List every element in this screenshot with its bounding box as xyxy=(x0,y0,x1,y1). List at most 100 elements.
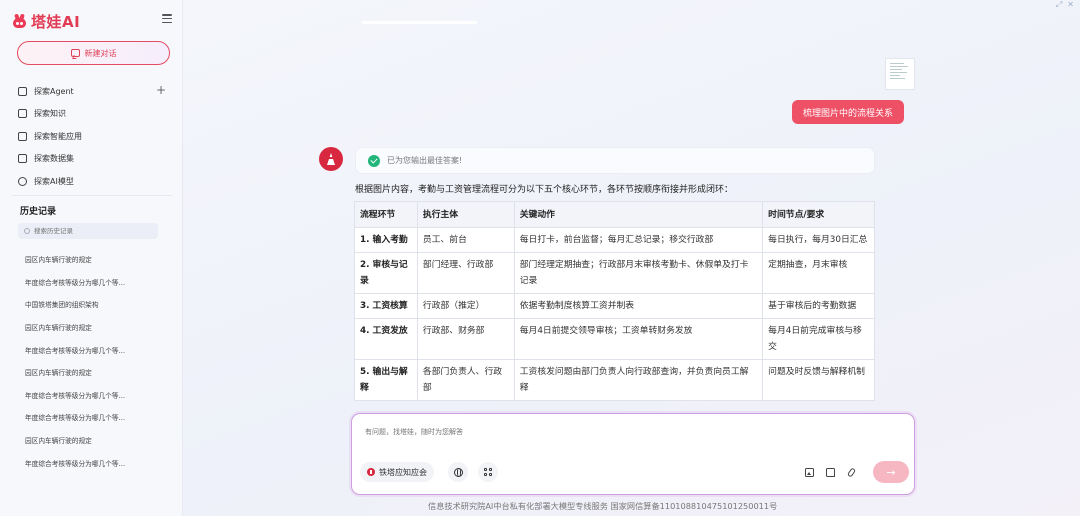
apps-button[interactable] xyxy=(478,462,498,482)
table-cell: 问题及时反馈与解释机制 xyxy=(762,359,875,401)
sidebar-item-knowledge[interactable]: 探索知识 xyxy=(18,103,168,126)
grid-icon xyxy=(484,468,492,476)
sidebar-item-label: 探索AI模型 xyxy=(34,176,74,186)
table-header: 流程环节 xyxy=(354,201,418,228)
sidebar-item-datasets[interactable]: 探索数据集 xyxy=(18,148,168,171)
sidebar-item-label: 探索知识 xyxy=(34,109,66,119)
history-item[interactable]: 园区内车辆行驶的规定 xyxy=(25,248,175,271)
history-search[interactable] xyxy=(18,223,158,239)
window-controls: ⤢ ✕ xyxy=(1056,0,1074,10)
sidebar-item-label: 探索数据集 xyxy=(34,154,74,164)
history-list: 园区内车辆行驶的规定 年度综合考核等级分为哪几个等... 中国铁塔集团的组织架构… xyxy=(25,248,175,474)
history-item[interactable]: 年度综合考核等级分为哪几个等... xyxy=(25,384,175,407)
history-item[interactable]: 年度综合考核等级分为哪几个等... xyxy=(25,406,175,429)
history-item[interactable]: 园区内车辆行驶的规定 xyxy=(25,361,175,384)
table-cell: 5. 输出与解释 xyxy=(354,359,418,401)
screenshot-icon[interactable] xyxy=(826,468,835,477)
chat-icon xyxy=(70,49,80,57)
logo-icon xyxy=(12,13,27,29)
table-row: 4. 工资发放 行政部、财务部 每月4日前提交领导审核；工资单转财务发放 每月4… xyxy=(354,318,875,360)
sidebar-item-label: 探索Agent xyxy=(34,86,74,96)
history-item[interactable]: 园区内车辆行驶的规定 xyxy=(25,316,175,339)
table-header: 时间节点/要求 xyxy=(762,201,875,228)
home-icon xyxy=(18,86,27,96)
sidebar: 塔娃AI 新建对话 探索Agent + 探索知识 探索智能应用 探索数据集 探索… xyxy=(0,0,183,516)
sidebar-divider xyxy=(12,195,172,196)
history-item[interactable]: 年度综合考核等级分为哪几个等... xyxy=(25,338,175,361)
send-button[interactable]: → xyxy=(873,461,909,483)
history-item[interactable]: 年度综合考核等级分为哪几个等... xyxy=(25,271,175,294)
arrow-right-icon: → xyxy=(886,465,896,479)
answer-status: 已为您输出最佳答案! xyxy=(355,147,875,174)
table-header-row: 流程环节 执行主体 关键动作 时间节点/要求 xyxy=(354,201,875,228)
table-row: 2. 审核与记录 部门经理、行政部 部门经理定期抽查；行政部月末审核考勤卡、休假… xyxy=(354,252,875,294)
table-cell: 基于审核后的考勤数据 xyxy=(762,293,875,319)
new-chat-button[interactable]: 新建对话 xyxy=(17,41,170,65)
table-cell: 4. 工资发放 xyxy=(354,318,418,360)
chip-label: 铁塔应知应会 xyxy=(379,467,427,477)
table-cell: 每日打卡，前台监督；每月汇总记录；移交行政部 xyxy=(513,227,764,253)
answer-table: 流程环节 执行主体 关键动作 时间节点/要求 1. 输入考勤 员工、前台 每日打… xyxy=(354,201,875,401)
chat-input-box: 铁塔应知应会 → xyxy=(351,413,915,495)
table-row: 1. 输入考勤 员工、前台 每日打卡，前台监督；每月汇总记录；移交行政部 每日执… xyxy=(354,227,875,253)
history-item[interactable]: 年度综合考核等级分为哪几个等... xyxy=(25,451,175,474)
sidebar-item-agent[interactable]: 探索Agent + xyxy=(18,80,168,103)
top-indicator xyxy=(362,21,477,24)
web-search-button[interactable] xyxy=(448,462,468,482)
database-icon xyxy=(18,154,27,164)
status-text: 已为您输出最佳答案! xyxy=(387,156,463,165)
app-name: 塔娃AI xyxy=(31,13,81,31)
table-cell: 每月4日前完成审核与移交 xyxy=(762,318,875,360)
app-logo: 塔娃AI xyxy=(12,11,80,32)
tower-icon xyxy=(327,153,335,165)
history-title: 历史记录 xyxy=(20,207,57,217)
table-cell: 行政部（推定） xyxy=(416,293,515,319)
table-header: 执行主体 xyxy=(416,201,515,228)
knowledge-chip[interactable]: 铁塔应知应会 xyxy=(360,462,434,482)
chat-input[interactable] xyxy=(365,427,885,443)
table-row: 5. 输出与解释 各部门负责人、行政部 工资核发问题由部门负责人向行政部查询，并… xyxy=(354,359,875,401)
close-icon[interactable]: ✕ xyxy=(1067,0,1074,10)
table-cell: 部门经理定期抽查；行政部月末审核考勤卡、休假单及打卡记录 xyxy=(513,252,764,294)
table-cell: 员工、前台 xyxy=(416,227,515,253)
footer-notice: 信息技术研究院AI中台私有化部署大模型专线服务 国家网信算备1101088104… xyxy=(428,501,778,511)
cube-icon xyxy=(18,176,27,186)
user-message: 梳理图片中的流程关系 xyxy=(792,100,905,124)
sidebar-item-models[interactable]: 探索AI模型 xyxy=(18,170,168,193)
answer-intro: 根据图片内容，考勤与工资管理流程可分为以下五个核心环节，各环节按顺序衔接并形成闭… xyxy=(355,185,734,195)
table-cell: 定期抽查，月末审核 xyxy=(762,252,875,294)
history-search-input[interactable] xyxy=(34,227,154,235)
table-cell: 每月4日前提交领导审核；工资单转财务发放 xyxy=(513,318,764,360)
menu-icon[interactable] xyxy=(162,14,172,23)
attached-image-thumbnail[interactable] xyxy=(885,58,915,90)
check-circle-icon xyxy=(368,154,380,167)
robot-icon xyxy=(18,131,27,141)
globe-icon xyxy=(453,467,463,477)
search-icon xyxy=(24,228,30,234)
table-row: 3. 工资核算 行政部（推定） 依据考勤制度核算工资并制表 基于审核后的考勤数据 xyxy=(354,293,875,319)
book-icon xyxy=(18,109,27,119)
table-cell: 每日执行，每月30日汇总 xyxy=(762,227,875,253)
answer-table-container: 流程环节 执行主体 关键动作 时间节点/要求 1. 输入考勤 员工、前台 每日打… xyxy=(354,201,875,412)
sidebar-nav: 探索Agent + 探索知识 探索智能应用 探索数据集 探索AI模型 xyxy=(18,80,168,193)
fullscreen-icon[interactable]: ⤢ xyxy=(1056,0,1062,10)
table-cell: 1. 输入考勤 xyxy=(354,227,418,253)
attachment-icon[interactable] xyxy=(846,467,857,478)
table-header: 关键动作 xyxy=(513,201,764,228)
table-cell: 依据考勤制度核算工资并制表 xyxy=(513,293,764,319)
sidebar-item-apps[interactable]: 探索智能应用 xyxy=(18,125,168,148)
sidebar-item-label: 探索智能应用 xyxy=(34,131,82,141)
table-cell: 工资核发问题由部门负责人向行政部查询，并负责向员工解释 xyxy=(513,359,764,401)
history-item[interactable]: 园区内车辆行驶的规定 xyxy=(25,429,175,452)
history-item[interactable]: 中国铁塔集团的组织架构 xyxy=(25,293,175,316)
tower-badge-icon xyxy=(367,468,375,476)
table-cell: 2. 审核与记录 xyxy=(354,252,418,294)
assistant-avatar xyxy=(319,147,343,171)
table-cell: 各部门负责人、行政部 xyxy=(416,359,515,401)
table-cell: 行政部、财务部 xyxy=(416,318,515,360)
table-cell: 部门经理、行政部 xyxy=(416,252,515,294)
new-chat-label: 新建对话 xyxy=(84,48,117,58)
add-agent-icon[interactable]: + xyxy=(156,84,166,96)
table-cell: 3. 工资核算 xyxy=(354,293,418,319)
image-upload-icon[interactable] xyxy=(805,468,814,477)
